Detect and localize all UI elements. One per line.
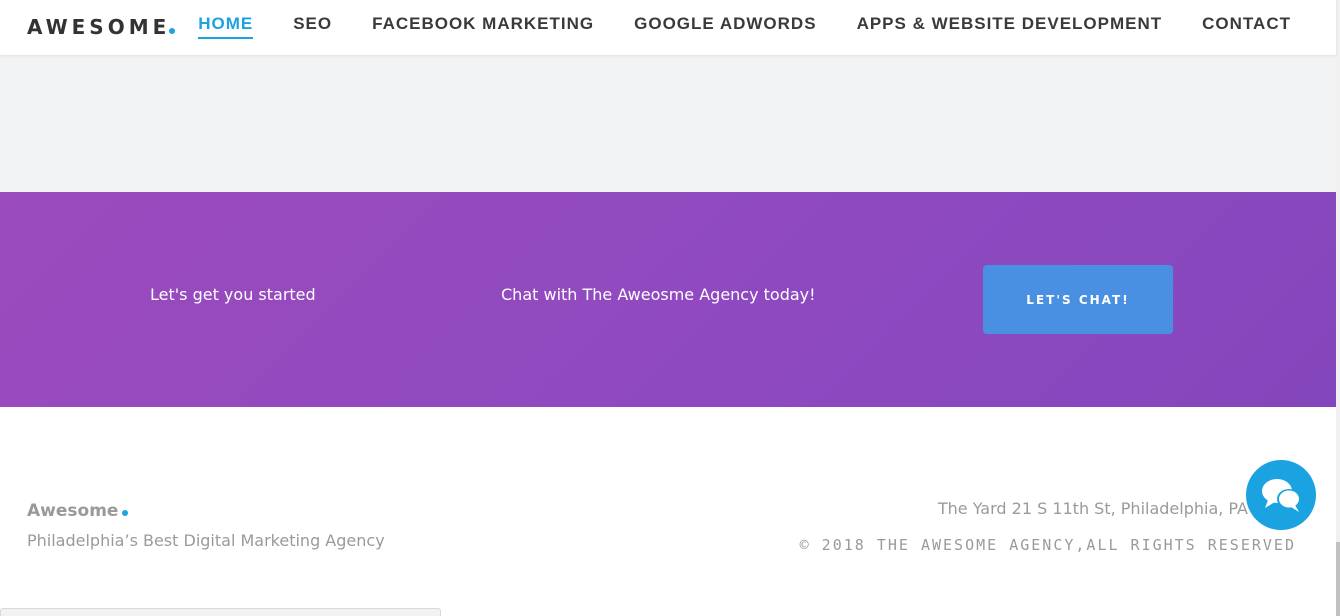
nav-item-facebook-marketing[interactable]: FACEBOOK MARKETING xyxy=(372,14,594,39)
scrollbar-thumb[interactable] xyxy=(1336,542,1340,616)
chat-bubbles-icon xyxy=(1262,479,1301,512)
cta-chat-text: Chat with The Aweosme Agency today! xyxy=(501,285,816,304)
footer-copyright: © 2018 THE AWESOME AGENCY,ALL RIGHTS RES… xyxy=(799,536,1296,554)
main-nav: HOME SEO FACEBOOK MARKETING GOOGLE ADWOR… xyxy=(158,14,1291,39)
site-header: AWESOME HOME SEO FACEBOOK MARKETING GOOG… xyxy=(0,0,1336,55)
site-logo[interactable]: AWESOME xyxy=(27,15,176,39)
nav-item-seo[interactable]: SEO xyxy=(293,14,332,39)
bottom-panel-edge xyxy=(0,608,441,616)
nav-item-apps-website-development[interactable]: APPS & WEBSITE DEVELOPMENT xyxy=(857,14,1163,39)
footer-address: The Yard 21 S 11th St, Philadelphia, PA xyxy=(937,499,1248,518)
nav-item-google-adwords[interactable]: GOOGLE ADWORDS xyxy=(634,14,816,39)
logo-text: AWESOME xyxy=(27,15,171,39)
chat-launcher-button[interactable] xyxy=(1246,460,1316,530)
page-scrollbar[interactable] xyxy=(1336,0,1340,616)
nav-item-contact[interactable]: CONTACT xyxy=(1202,14,1291,39)
cta-banner: Let's get you started Chat with The Aweo… xyxy=(0,192,1336,407)
nav-item-home[interactable]: HOME xyxy=(198,14,254,39)
cta-intro-text: Let's get you started xyxy=(150,285,316,304)
gray-section xyxy=(0,55,1336,192)
footer-brand[interactable]: Awesome xyxy=(27,501,129,521)
footer-brand-text: Awesome xyxy=(27,501,119,521)
footer-tagline: Philadelphia’s Best Digital Marketing Ag… xyxy=(27,531,385,550)
lets-chat-button[interactable]: LET'S CHAT! xyxy=(983,265,1173,334)
footer-brand-dot xyxy=(122,510,129,516)
